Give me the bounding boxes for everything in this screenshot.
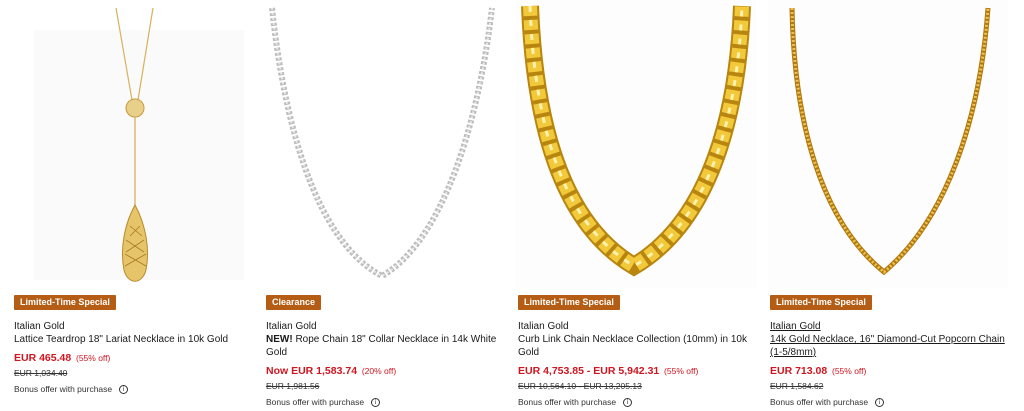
- bonus-offer: Bonus offer with purchase i: [14, 383, 250, 395]
- white-gold-rope-chain-image: [269, 7, 495, 280]
- sale-price: EUR 1,583.74: [291, 365, 358, 377]
- product-name[interactable]: Curb Link Chain Necklace Collection (10m…: [518, 333, 754, 359]
- product-name[interactable]: 14k Gold Necklace, 16" Diamond-Cut Popco…: [770, 333, 1006, 359]
- gold-lariat-necklace-image: [34, 7, 244, 282]
- original-price: EUR 1,981.56: [266, 381, 320, 391]
- bonus-offer: Bonus offer with purchase i: [518, 396, 754, 408]
- bonus-offer-label: Bonus offer with purchase: [266, 397, 365, 407]
- original-price: EUR 1,034.40: [14, 368, 68, 378]
- product-brand[interactable]: Italian Gold: [770, 320, 1006, 333]
- discount-percent: (20% off): [361, 366, 397, 376]
- discount-percent: (55% off): [831, 366, 867, 376]
- price-line: EUR 713.08 (55% off): [770, 365, 1006, 378]
- info-icon[interactable]: i: [875, 397, 885, 407]
- sale-price: EUR 465.48: [14, 352, 72, 364]
- promo-badge: Limited-Time Special: [14, 295, 116, 310]
- bonus-offer: Bonus offer with purchase i: [266, 396, 502, 408]
- original-price: EUR 1,584.62: [770, 381, 824, 391]
- product-brand[interactable]: Italian Gold: [14, 320, 250, 333]
- promo-badge: Clearance: [266, 295, 322, 310]
- sale-price-prefix: Now: [266, 365, 292, 377]
- price-line: Now EUR 1,583.74 (20% off): [266, 365, 502, 378]
- info-icon[interactable]: i: [119, 384, 129, 394]
- gold-popcorn-chain-image: [768, 0, 1008, 288]
- bonus-offer-label: Bonus offer with purchase: [770, 397, 869, 407]
- sale-price: EUR 713.08: [770, 365, 828, 377]
- gold-curb-chain-image: [516, 0, 756, 288]
- info-icon[interactable]: i: [623, 397, 633, 407]
- discount-percent: (55% off): [664, 366, 699, 376]
- bonus-offer: Bonus offer with purchase i: [770, 396, 1006, 408]
- original-price: EUR 10,564.10 - EUR 13,205.13: [518, 381, 642, 391]
- price-line: EUR 465.48 (55% off): [14, 352, 250, 365]
- bonus-offer-label: Bonus offer with purchase: [518, 397, 617, 407]
- promo-badge: Limited-Time Special: [518, 295, 620, 310]
- product-brand[interactable]: Italian Gold: [518, 320, 754, 333]
- product-card[interactable]: Limited-Time Special Italian Gold 14k Go…: [768, 0, 1008, 411]
- info-icon[interactable]: i: [371, 397, 381, 407]
- product-card[interactable]: Limited-Time Special Italian Gold Curb L…: [516, 0, 756, 411]
- new-tag: NEW!: [266, 334, 293, 345]
- price-line: EUR 4,753.85 - EUR 5,942.31 (55% off): [518, 365, 754, 378]
- product-name[interactable]: Lattice Teardrop 18" Lariat Necklace in …: [14, 333, 250, 346]
- product-image[interactable]: [516, 0, 756, 288]
- product-image[interactable]: [12, 0, 252, 288]
- product-card[interactable]: Limited-Time Special Italian Gold Lattic…: [12, 0, 252, 411]
- product-name-text: Rope Chain 18" Collar Necklace in 14k Wh…: [266, 334, 497, 358]
- sale-price: EUR 4,753.85 - EUR 5,942.31: [518, 365, 660, 377]
- product-name[interactable]: NEW! Rope Chain 18" Collar Necklace in 1…: [266, 333, 502, 359]
- product-image[interactable]: [768, 0, 1008, 288]
- promo-badge: Limited-Time Special: [770, 295, 872, 310]
- product-image[interactable]: [264, 0, 504, 288]
- product-brand[interactable]: Italian Gold: [266, 320, 502, 333]
- product-card[interactable]: Clearance Italian Gold NEW! Rope Chain 1…: [264, 0, 504, 411]
- discount-percent: (55% off): [75, 353, 111, 363]
- bonus-offer-label: Bonus offer with purchase: [14, 384, 113, 394]
